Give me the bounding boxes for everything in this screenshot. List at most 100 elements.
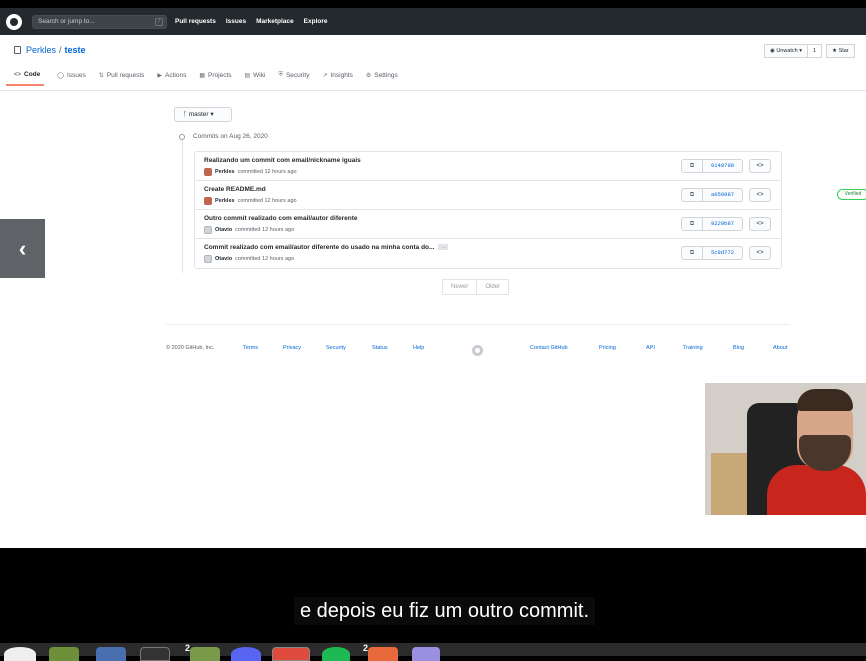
footer-link-about[interactable]: About [773,345,787,351]
tab-pull-requests[interactable]: ⇅ Pull requests [99,71,145,86]
tab-settings[interactable]: ⚙ Settings [366,71,398,86]
commit-meta: Perkles committed 12 hours ago [204,197,297,205]
commit-time: committed 12 hours ago [237,198,297,204]
browse-code-button[interactable]: <> [749,217,771,231]
verified-badge[interactable]: Verified [837,189,866,200]
footer-link-blog[interactable]: Blog [733,345,744,351]
discord-app-icon[interactable] [231,647,261,661]
footer-link-security[interactable]: Security [326,345,346,351]
browse-code-button[interactable]: <> [749,188,771,202]
commit-title[interactable]: Commit realizado com email/autor diferen… [204,244,449,251]
newer-button[interactable]: Newer [442,279,478,295]
commit-author[interactable]: Otavio [215,256,232,262]
footer-link-pricing[interactable]: Pricing [599,345,616,351]
console-app-icon[interactable] [140,647,170,661]
footer-link-contact[interactable]: Contact GitHub [530,345,568,351]
footer-link-status[interactable]: Status [372,345,388,351]
tab-label: Pull requests [106,72,145,79]
nav-explore[interactable]: Explore [304,18,328,25]
taskbar-dock: 2 2 [0,643,866,661]
graph-icon: ↗ [322,73,328,79]
commit-meta: Perkles committed 12 hours ago [204,168,297,176]
video-subtitle: e depois eu fiz um outro commit. [294,597,596,625]
webcam-person-shirt [767,465,866,515]
browse-code-button[interactable]: <> [749,159,771,173]
search-input[interactable]: Search or jump to... / [32,14,167,29]
branch-select-button[interactable]: ᚴ master ▾ [174,107,232,122]
commit-title[interactable]: Create README.md [204,186,266,193]
commit-title[interactable]: Realizando um commit com email/nickname … [204,157,361,164]
tab-insights[interactable]: ↗ Insights [322,71,352,86]
commit-row: Create README.md Perkles committed 12 ho… [195,181,866,210]
avatar[interactable] [204,168,212,176]
tab-issues[interactable]: ◯ Issues [57,71,86,86]
github-mark-icon[interactable] [472,345,483,356]
tab-code[interactable]: <> Code [6,71,45,86]
footer-link-training[interactable]: Training [683,345,703,351]
copy-sha-button[interactable]: ⧉ [681,246,703,260]
star-button[interactable]: ★ Star [826,44,855,58]
commit-list: Realizando um commit com email/nickname … [194,151,866,269]
tab-projects[interactable]: ▦ Projects [199,71,231,86]
commit-message: Create README.md [204,186,266,193]
tab-label: Actions [165,72,187,79]
footer-link-privacy[interactable]: Privacy [283,345,301,351]
tab-wiki[interactable]: ▤ Wiki [245,71,266,86]
tab-security[interactable]: ⛨ Security [278,71,309,86]
spotify-app-icon[interactable] [322,647,350,661]
commit-author[interactable]: Otavio [215,227,232,233]
commit-author[interactable]: Perkles [215,169,235,175]
nav-marketplace[interactable]: Marketplace [256,18,294,25]
browser-app-icon[interactable] [272,647,310,661]
watch-count[interactable]: 1 [808,44,823,58]
nav-issues[interactable]: Issues [226,18,246,25]
commit-sha-link[interactable]: a050887 [703,188,743,202]
footer-link-api[interactable]: API [646,345,655,351]
branch-label: master [188,111,209,118]
commit-meta: Otavio committed 12 hours ago [204,226,294,234]
footer-copyright: © 2020 GitHub, Inc. [166,345,215,351]
terminal-app-icon[interactable] [49,647,79,661]
copy-sha-button[interactable]: ⧉ [681,217,703,231]
drawing-app-icon[interactable] [368,647,398,661]
tab-label: Security [285,72,310,79]
commit-author[interactable]: Perkles [215,198,235,204]
avatar[interactable] [204,255,212,263]
commit-time: committed 12 hours ago [237,169,297,175]
commit-timeline [182,138,183,273]
github-logo-icon[interactable] [6,13,22,30]
commit-actions: ⧉ 9229b87 <> [681,217,771,231]
commit-sha-link[interactable]: 9229b87 [703,217,743,231]
footer-link-terms[interactable]: Terms [243,345,258,351]
previous-slide-button[interactable]: ‹ [0,219,45,278]
commit-title[interactable]: Outro commit realizado com email/autor d… [204,215,358,222]
commit-meta: Otavio committed 12 hours ago [204,255,294,263]
branch-icon: ᚴ [183,111,187,118]
tab-label: Code [24,71,41,78]
browse-code-button[interactable]: <> [749,246,771,260]
editor-app-icon[interactable] [412,647,440,661]
tab-actions[interactable]: ▶ Actions [157,71,186,86]
copy-sha-button[interactable]: ⧉ [681,159,703,173]
header-nav: Pull requests Issues Marketplace Explore [175,18,328,25]
folder-app-icon[interactable] [190,647,220,661]
files-app-icon[interactable] [96,647,126,661]
avatar[interactable] [204,197,212,205]
commits-date: Commits on Aug 26, 2020 [193,133,268,140]
apps-launcher-icon[interactable] [4,647,36,661]
project-icon: ▦ [199,73,206,79]
unwatch-button[interactable]: ◉ Unwatch ▾ [764,44,809,58]
commit-message: Outro commit realizado com email/autor d… [204,215,358,222]
footer-link-help[interactable]: Help [413,345,424,351]
nav-pull-requests[interactable]: Pull requests [175,18,216,25]
copy-sha-button[interactable]: ⧉ [681,188,703,202]
repo-owner-link[interactable]: Perkles [26,45,56,55]
avatar[interactable] [204,226,212,234]
commit-actions: ⧉ 5c8d772 <> [681,246,771,260]
repo-name-link[interactable]: teste [65,45,86,55]
expand-message-button[interactable]: ... [438,244,449,251]
commit-sha-link[interactable]: 5c8d772 [703,246,743,260]
older-button[interactable]: Older [477,279,510,295]
commit-row: Realizando um commit com email/nickname … [195,152,781,181]
commit-sha-link[interactable]: 0148798 [703,159,743,173]
